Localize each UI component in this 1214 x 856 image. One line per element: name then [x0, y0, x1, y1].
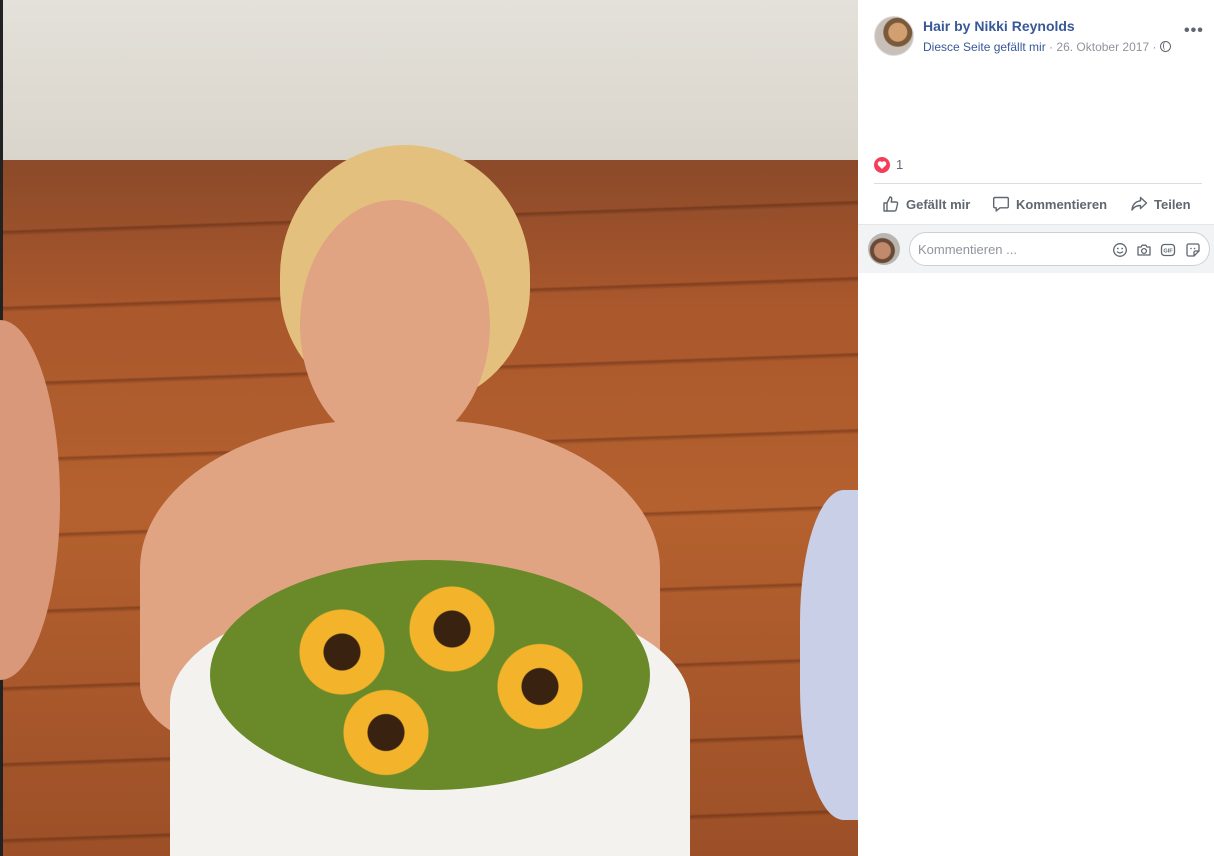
smiley-icon[interactable] [1112, 242, 1128, 258]
page-name-link[interactable]: Hair by Nikki Reynolds [923, 18, 1075, 34]
more-options-icon[interactable]: ••• [1184, 23, 1204, 39]
heart-icon [874, 157, 890, 173]
camera-icon[interactable] [1136, 242, 1152, 258]
meta-separator: · [1149, 40, 1160, 54]
comment-label: Kommentieren [1016, 196, 1108, 212]
divider [874, 183, 1202, 184]
share-label: Teilen [1154, 196, 1191, 212]
like-button[interactable]: Gefällt mir [882, 188, 970, 220]
comment-placeholder: Kommentieren ... [918, 242, 1017, 257]
thumbs-up-icon [883, 196, 899, 212]
post-header: Hair by Nikki Reynolds Diesce Seite gefä… [874, 16, 1204, 56]
post-meta: Diesce Seite gefällt mir · 26. Oktober 2… [923, 40, 1171, 54]
like-label: Gefällt mir [906, 196, 971, 212]
comment-button[interactable]: Kommentieren [992, 188, 1107, 220]
page-avatar[interactable] [874, 16, 914, 56]
current-user-avatar [868, 233, 900, 265]
share-arrow-icon [1131, 196, 1148, 211]
meta-separator: · [1045, 40, 1057, 54]
post-side-panel: Hair by Nikki Reynolds Diesce Seite gefä… [858, 0, 1214, 856]
globe-icon[interactable] [1159, 41, 1171, 52]
comment-composer: Kommentieren ... GIF [858, 224, 1214, 273]
reaction-count: 1 [896, 157, 904, 172]
post-photo[interactable] [0, 0, 858, 856]
photo-bouquet [210, 560, 650, 790]
speech-bubble-icon [993, 196, 1009, 212]
gif-icon[interactable]: GIF [1160, 242, 1176, 258]
post-date[interactable]: 26. Oktober 2017 [1056, 40, 1149, 54]
comment-input[interactable]: Kommentieren ... GIF [909, 232, 1210, 266]
share-button[interactable]: Teilen [1130, 188, 1191, 220]
photo-right-person [800, 490, 858, 820]
action-bar: Gefällt mir Kommentieren Teilen [874, 188, 1202, 220]
sticker-icon[interactable] [1185, 242, 1201, 258]
like-page-link[interactable]: Diesce Seite gefällt mir [923, 40, 1046, 54]
photo-face [300, 200, 490, 450]
svg-text:GIF: GIF [1163, 249, 1173, 255]
